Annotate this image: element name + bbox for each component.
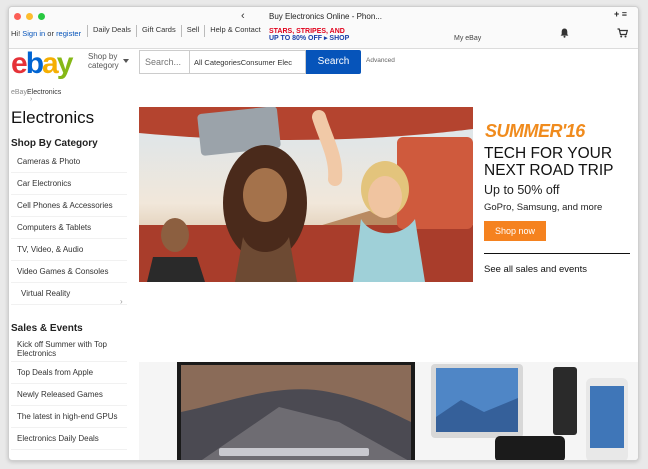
- nav-daily-deals[interactable]: Daily Deals: [87, 25, 136, 37]
- site-header: ebay Shop by category All CategoriesCons…: [9, 49, 638, 79]
- category-item-video-games[interactable]: Video Games & Consoles: [11, 261, 127, 283]
- category-select[interactable]: All CategoriesConsumer Elec: [189, 50, 306, 74]
- browser-window: ‹ Buy Electronics Online - Phon... + ≡ H…: [8, 6, 639, 461]
- breadcrumb: eBayElectronics: [11, 89, 61, 96]
- sales-item-daily-deals[interactable]: Electronics Daily Deals: [11, 428, 127, 450]
- or-text: or: [47, 29, 54, 38]
- hero-image[interactable]: [139, 107, 473, 282]
- cart-icon[interactable]: [617, 28, 628, 38]
- chevron-down-icon: [123, 59, 129, 63]
- category-item-computers[interactable]: Computers & Tablets: [11, 217, 127, 239]
- register-link[interactable]: register: [56, 29, 81, 38]
- breadcrumb-chevron-icon: ›: [30, 96, 33, 103]
- nav-gift-cards[interactable]: Gift Cards: [135, 25, 181, 37]
- sales-item-new-games[interactable]: Newly Released Games: [11, 384, 127, 406]
- breadcrumb-home[interactable]: eBay: [11, 89, 27, 96]
- sales-item-gpus[interactable]: The latest in high-end GPUs: [11, 406, 127, 428]
- hero-headline: TECH FOR YOUR NEXT ROAD TRIP: [484, 145, 613, 179]
- hero-headline-line-1: TECH FOR YOUR: [484, 145, 613, 162]
- hero-brands: GoPro, Samsung, and more: [484, 202, 603, 213]
- greeting-text: Hi!: [11, 29, 21, 38]
- category-item-virtual-reality[interactable]: Virtual Reality: [11, 283, 127, 305]
- search-input[interactable]: [139, 50, 189, 74]
- shop-by-category-button[interactable]: Shop by category: [88, 52, 119, 70]
- sales-item-apple-deals[interactable]: Top Deals from Apple: [11, 362, 127, 384]
- nav-help-contact[interactable]: Help & Contact: [204, 25, 265, 37]
- divider: [484, 253, 630, 254]
- sales-item-kick-off-summer[interactable]: Kick off Summer with Top Electronics: [11, 336, 127, 362]
- sign-in-link[interactable]: Sign in: [22, 29, 45, 38]
- sales-events-heading: Sales & Events: [11, 323, 83, 334]
- close-window-button[interactable]: [14, 13, 21, 20]
- search-button[interactable]: Search: [306, 50, 361, 74]
- hero-headline-line-2: NEXT ROAD TRIP: [484, 162, 614, 179]
- summer-badge: SUMMER'16: [485, 121, 585, 141]
- logo-letter-a: a: [42, 47, 59, 80]
- zoom-window-button[interactable]: [38, 13, 45, 20]
- nav-sell[interactable]: Sell: [180, 25, 205, 37]
- chevron-right-icon[interactable]: ›: [120, 297, 123, 306]
- greeting: Hi! Sign in or register: [11, 29, 81, 38]
- ebay-logo[interactable]: ebay: [11, 47, 74, 80]
- category-item-cell-phones[interactable]: Cell Phones & Accessories: [11, 195, 127, 217]
- tab-title[interactable]: Buy Electronics Online - Phon...: [269, 12, 382, 21]
- browser-toolbar: ‹ Buy Electronics Online - Phon... + ≡ H…: [9, 7, 638, 49]
- my-ebay-link[interactable]: My eBay: [454, 35, 481, 42]
- shop-by-line-2: category: [88, 60, 119, 70]
- hero-discount: Up to 50% off: [484, 183, 560, 197]
- minimize-window-button[interactable]: [26, 13, 33, 20]
- apple-promo-banner[interactable]: [139, 362, 638, 460]
- top-nav: Daily Deals Gift Cards Sell Help & Conta…: [87, 25, 266, 37]
- back-button[interactable]: ‹: [241, 10, 245, 22]
- shop-now-button[interactable]: Shop now: [484, 221, 546, 241]
- logo-letter-b: b: [25, 47, 44, 80]
- logo-letter-y: y: [56, 47, 74, 80]
- logo-letter-e: e: [11, 47, 28, 80]
- shop-by-category-heading: Shop By Category: [11, 138, 98, 149]
- category-item-car-electronics[interactable]: Car Electronics: [11, 173, 127, 195]
- new-tab-button[interactable]: + ≡: [614, 9, 627, 19]
- bell-icon[interactable]: [560, 28, 569, 38]
- see-all-sales-link[interactable]: See all sales and events: [484, 264, 587, 275]
- promo-banner[interactable]: STARS, STRIPES, AND UP TO 80% OFF ▸ SHOP: [269, 28, 379, 42]
- sales-events-list: Kick off Summer with Top Electronics Top…: [11, 336, 127, 450]
- road-trip-photo: [139, 107, 473, 282]
- promo-line-1: STARS, STRIPES, AND: [269, 28, 345, 35]
- category-list: Cameras & Photo Car Electronics Cell Pho…: [11, 151, 127, 305]
- breadcrumb-current: Electronics: [26, 89, 62, 96]
- hero-promo-panel: SUMMER'16 TECH FOR YOUR NEXT ROAD TRIP U…: [473, 107, 638, 282]
- promo-line-2: UP TO 80% OFF ▸ SHOP: [269, 35, 350, 42]
- category-item-cameras[interactable]: Cameras & Photo: [11, 151, 127, 173]
- apple-devices-image: [177, 362, 628, 460]
- advanced-search-link[interactable]: Advanced: [366, 57, 395, 64]
- category-item-tv-video[interactable]: TV, Video, & Audio: [11, 239, 127, 261]
- page-title: Electronics: [11, 108, 95, 127]
